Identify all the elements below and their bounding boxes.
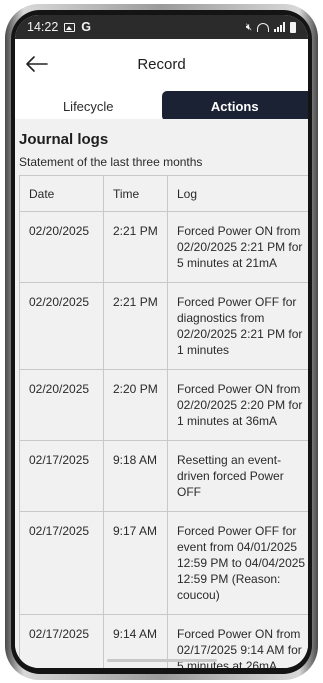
- cell-date: 02/20/2025: [19, 211, 104, 283]
- cell-time: 9:17 AM: [103, 511, 168, 615]
- journal-section: Journal logs Statement of the last three…: [15, 119, 308, 668]
- status-time: 14:22: [27, 20, 59, 34]
- cell-date: 02/20/2025: [19, 369, 104, 441]
- back-arrow-icon[interactable]: [25, 55, 49, 73]
- status-left: 14:22 G: [27, 20, 91, 34]
- cell-time: 2:21 PM: [103, 211, 168, 283]
- battery-icon: [290, 21, 296, 33]
- table-row: 02/20/2025 2:20 PM Forced Power ON from …: [19, 369, 308, 441]
- wifi-icon: [257, 22, 269, 32]
- column-header-log: Log: [167, 175, 308, 212]
- home-indicator[interactable]: [106, 659, 217, 662]
- phone-bezel: 14:22 G 🔇︎ Record Lifecycle Actions Jour…: [11, 10, 312, 674]
- column-header-time: Time: [103, 175, 168, 212]
- tab-bar: Lifecycle Actions: [15, 91, 308, 121]
- cell-log: Forced Power ON from 02/20/2025 2:20 PM …: [167, 369, 308, 441]
- table-row: 02/17/2025 9:18 AM Resetting an event-dr…: [19, 440, 308, 512]
- status-bar: 14:22 G 🔇︎: [15, 15, 308, 39]
- journal-title: Journal logs: [19, 131, 109, 148]
- journal-table: Date Time Log 02/20/2025 2:21 PM Forced …: [19, 175, 308, 668]
- app-header: Record: [15, 39, 308, 89]
- cell-log: Forced Power ON from 02/20/2025 2:21 PM …: [167, 211, 308, 283]
- cell-log: Forced Power OFF for diagnostics from 02…: [167, 282, 308, 370]
- table-row: 02/20/2025 2:21 PM Forced Power ON from …: [19, 211, 308, 283]
- cell-time: 9:18 AM: [103, 440, 168, 512]
- column-header-date: Date: [19, 175, 104, 212]
- journal-subtitle: Statement of the last three months: [19, 155, 203, 169]
- page-title: Record: [137, 55, 186, 73]
- screen: 14:22 G 🔇︎ Record Lifecycle Actions Jour…: [15, 15, 308, 668]
- cell-date: 02/17/2025: [19, 440, 104, 512]
- cell-date: 02/20/2025: [19, 282, 104, 370]
- tab-actions[interactable]: Actions: [161, 91, 308, 121]
- table-row: 02/20/2025 2:21 PM Forced Power OFF for …: [19, 282, 308, 370]
- tab-lifecycle[interactable]: Lifecycle: [15, 91, 162, 121]
- cell-date: 02/17/2025: [19, 614, 104, 668]
- phone-frame: 14:22 G 🔇︎ Record Lifecycle Actions Jour…: [5, 4, 318, 680]
- cell-log: Resetting an event-driven forced Power O…: [167, 440, 308, 512]
- cell-date: 02/17/2025: [19, 511, 104, 615]
- cell-time: 2:20 PM: [103, 369, 168, 441]
- table-header-row: Date Time Log: [19, 175, 308, 212]
- table-row: 02/17/2025 9:17 AM Forced Power OFF for …: [19, 511, 308, 615]
- cell-time: 2:21 PM: [103, 282, 168, 370]
- status-right: 🔇︎: [245, 21, 296, 33]
- google-notification-icon: G: [81, 20, 92, 34]
- signal-icon: [274, 22, 285, 32]
- cell-log: Forced Power OFF for event from 04/01/20…: [167, 511, 308, 615]
- mute-icon: 🔇︎: [245, 21, 252, 33]
- image-notification-icon: [64, 22, 76, 32]
